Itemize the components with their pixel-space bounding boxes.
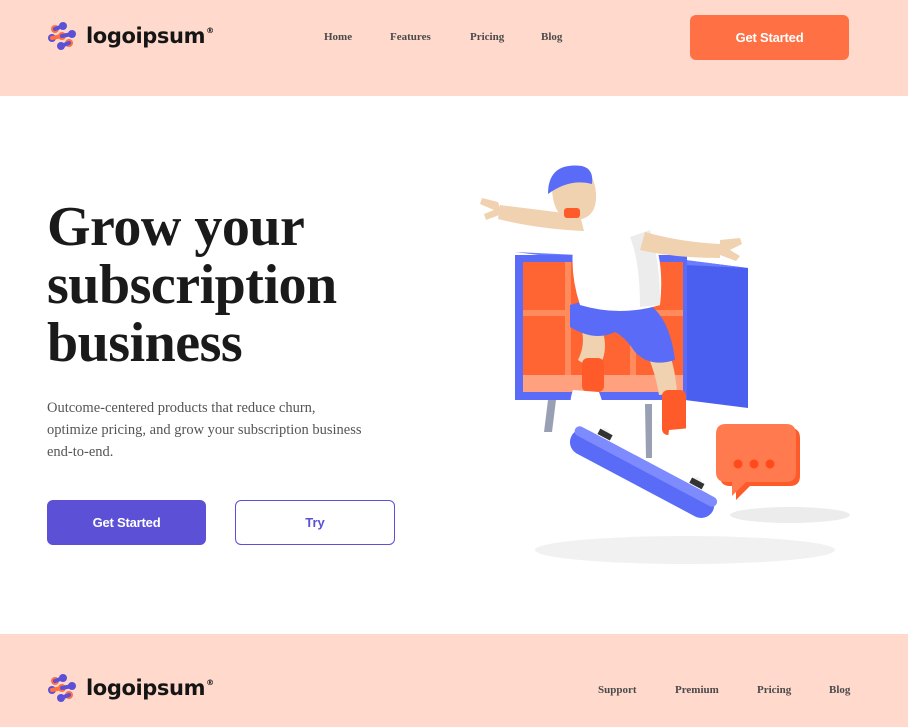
logo-mark-icon [48, 22, 76, 50]
footer-nav: Support Premium Pricing Blog [598, 684, 850, 696]
footer-link-blog[interactable]: Blog [829, 684, 850, 696]
hero-title: Grow your subscription business [47, 198, 427, 372]
registered-mark: ® [206, 26, 214, 35]
hero-try-button[interactable]: Try [235, 500, 395, 545]
footer-link-support[interactable]: Support [598, 684, 675, 696]
header-nav: Home Features Pricing Blog [324, 31, 562, 43]
nav-link-home[interactable]: Home [324, 31, 390, 43]
site-header: logoipsum® Home Features Pricing Blog Ge… [0, 0, 908, 96]
header-logo[interactable]: logoipsum® [46, 20, 214, 52]
footer-link-premium[interactable]: Premium [675, 684, 757, 696]
logo-mark-icon [48, 674, 76, 702]
nav-link-pricing[interactable]: Pricing [470, 31, 541, 43]
hero-title-line: Grow your [47, 196, 305, 258]
nav-link-blog[interactable]: Blog [541, 31, 562, 43]
footer-link-pricing[interactable]: Pricing [757, 684, 829, 696]
header-get-started-button[interactable]: Get Started [690, 15, 849, 60]
registered-mark: ® [206, 678, 214, 687]
hero-get-started-button[interactable]: Get Started [47, 500, 206, 545]
nav-link-features[interactable]: Features [390, 31, 470, 43]
site-footer: logoipsum® [0, 634, 908, 727]
hero-title-line: business [47, 312, 243, 374]
hero-description: Outcome-centered products that reduce ch… [47, 400, 362, 460]
skateboarder-illustration [480, 165, 850, 564]
logo-wordmark: logoipsum® [86, 24, 214, 48]
logo-wordmark: logoipsum® [86, 676, 214, 700]
hero-title-line: subscription [47, 254, 337, 316]
footer-logo[interactable]: logoipsum® [46, 672, 214, 704]
